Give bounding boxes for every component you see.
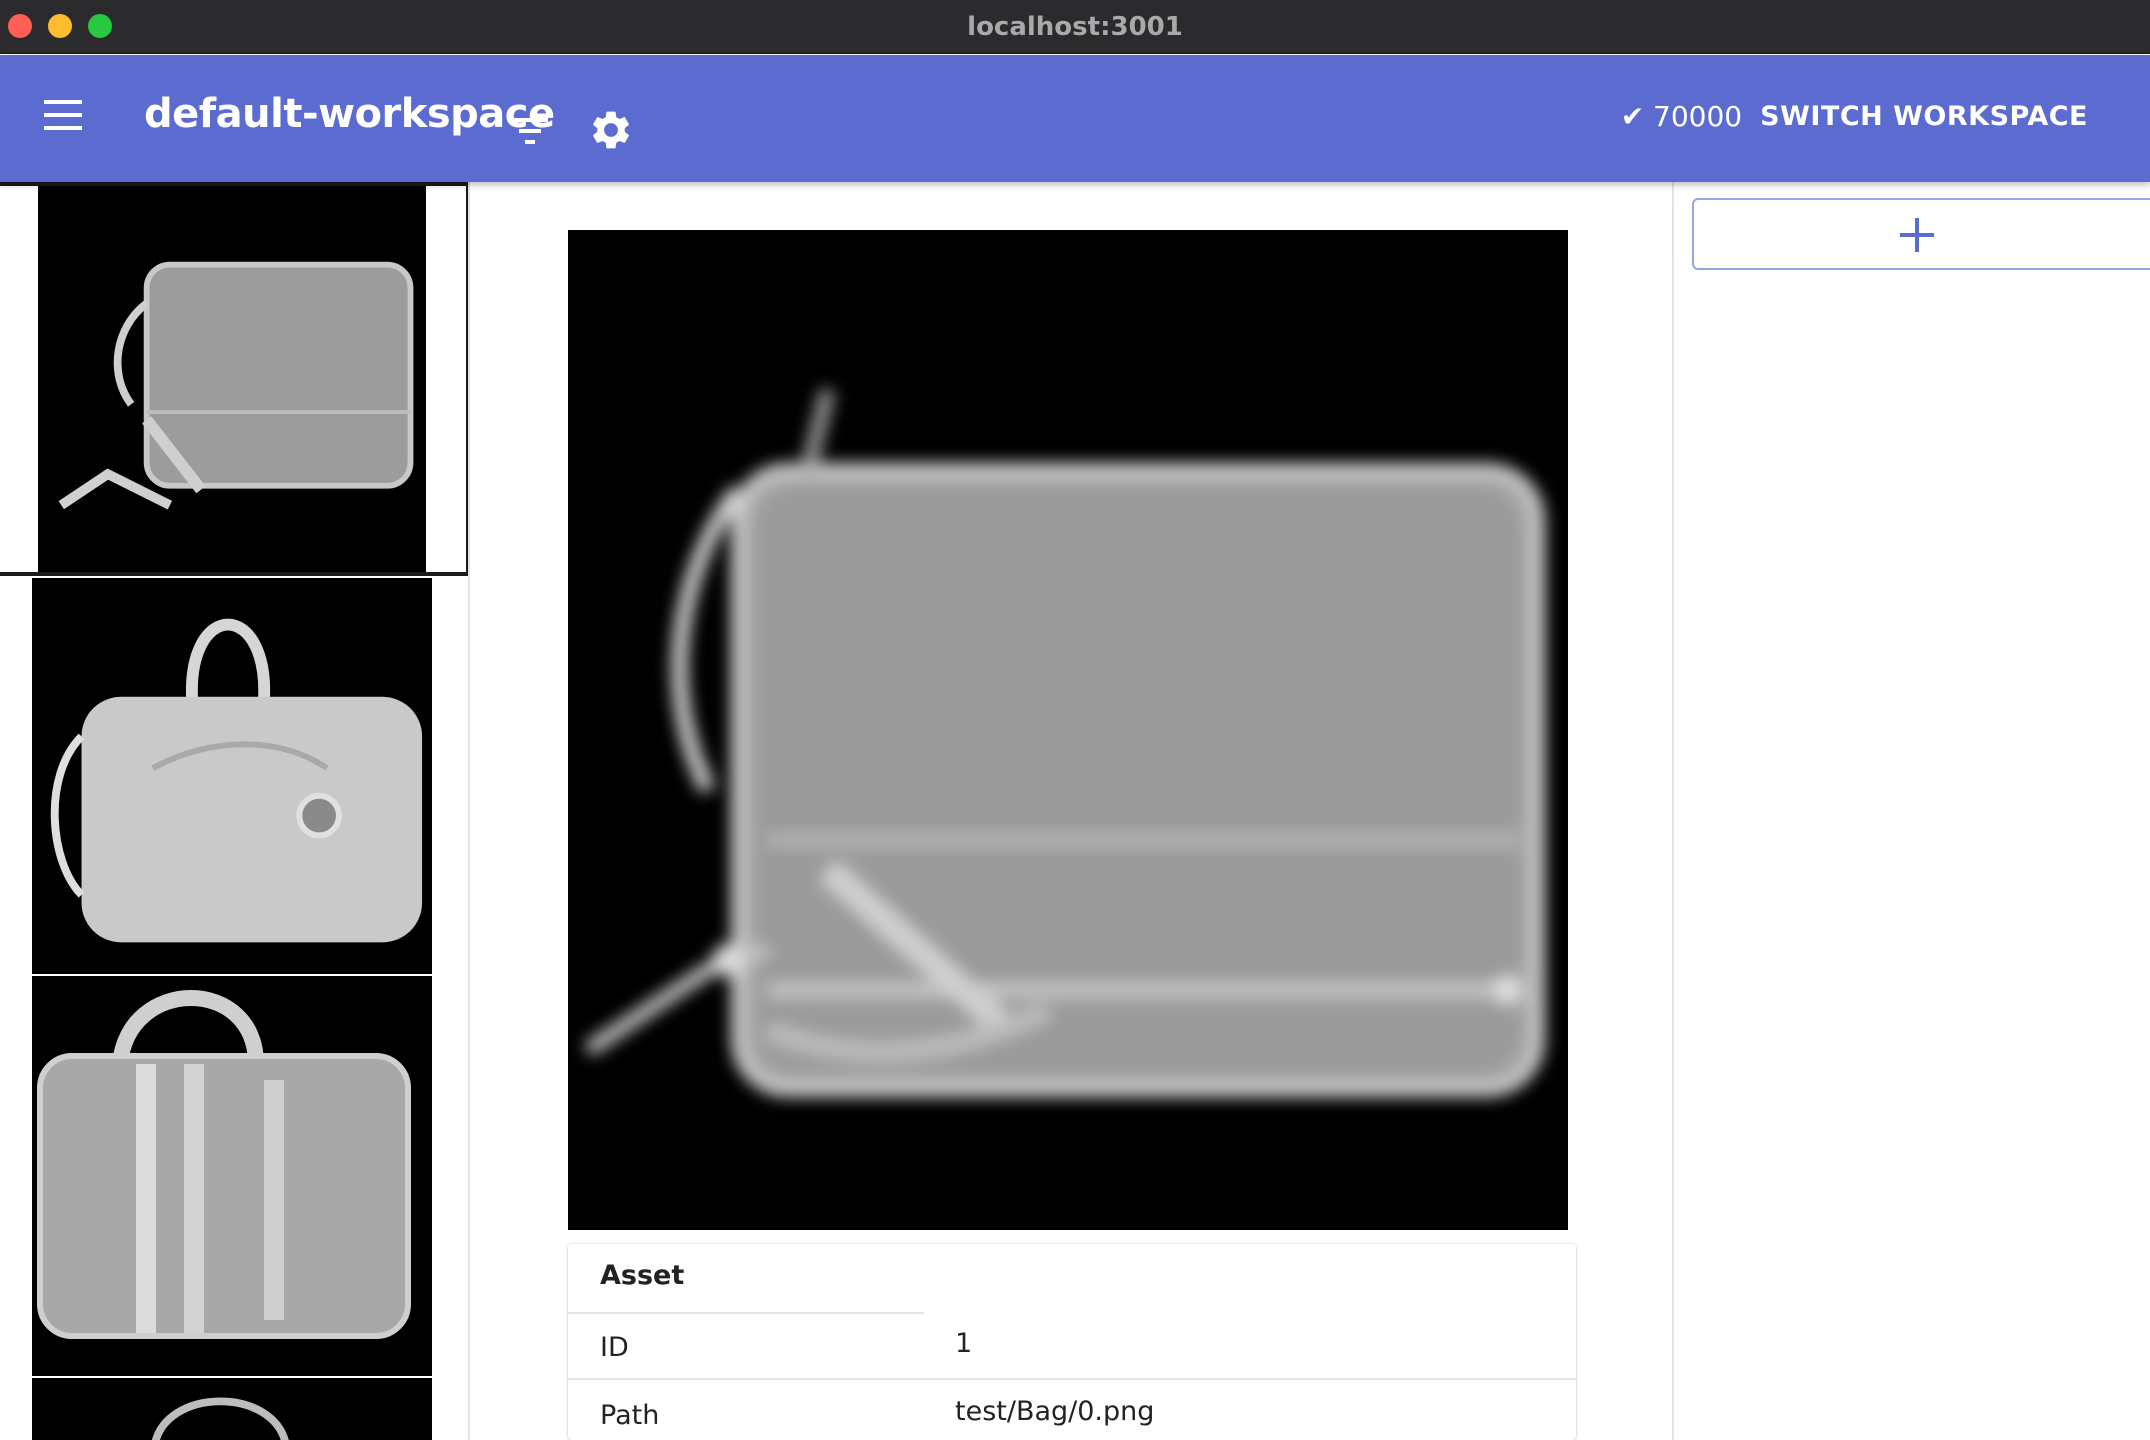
gear-icon[interactable] xyxy=(588,107,634,153)
label-panel xyxy=(1672,182,2150,1440)
switch-workspace-button[interactable]: SWITCH WORKSPACE xyxy=(1760,97,2088,137)
thumbnail-selected[interactable] xyxy=(0,182,468,576)
bag-thumbnail xyxy=(37,990,411,1339)
bag-image xyxy=(583,388,1545,1097)
plus-icon xyxy=(1900,218,1934,252)
bag-thumbnail xyxy=(58,261,414,510)
asset-path-value: test/Bag/0.png xyxy=(955,1396,1155,1427)
window-title: localhost:3001 xyxy=(967,12,1183,42)
menu-icon[interactable] xyxy=(44,100,82,130)
bag-thumbnail xyxy=(50,618,423,943)
filter-icon[interactable] xyxy=(510,111,550,151)
add-label-button[interactable] xyxy=(1692,198,2150,270)
asset-details-card: Asset ID 1 Path test/Bag/0.png xyxy=(568,1244,1576,1440)
bag-thumbnail xyxy=(152,1397,289,1440)
app-bar: default-workspace ✔ 70000 SWITCH WORKSPA… xyxy=(0,55,2150,182)
appbar-actions: ✔ 70000 SWITCH WORKSPACE xyxy=(1621,97,2088,137)
thumbnail-list[interactable] xyxy=(0,182,470,1440)
asset-card-title: Asset xyxy=(600,1260,685,1291)
asset-id-label: ID xyxy=(600,1332,629,1363)
workspace-title: default-workspace xyxy=(144,91,555,137)
asset-id-value: 1 xyxy=(955,1328,973,1359)
asset-path-label: Path xyxy=(600,1400,660,1431)
asset-image-viewer xyxy=(568,230,1568,1230)
thumbnail-item[interactable] xyxy=(32,578,432,974)
window-titlebar: localhost:3001 xyxy=(0,0,2150,54)
asset-id-row: ID 1 xyxy=(568,1314,1576,1380)
asset-path-row: Path test/Bag/0.png xyxy=(568,1382,1576,1440)
thumbnail-item[interactable] xyxy=(32,1378,432,1440)
thumbnail-item[interactable] xyxy=(32,976,432,1376)
item-count: ✔ 70000 xyxy=(1620,100,1743,133)
